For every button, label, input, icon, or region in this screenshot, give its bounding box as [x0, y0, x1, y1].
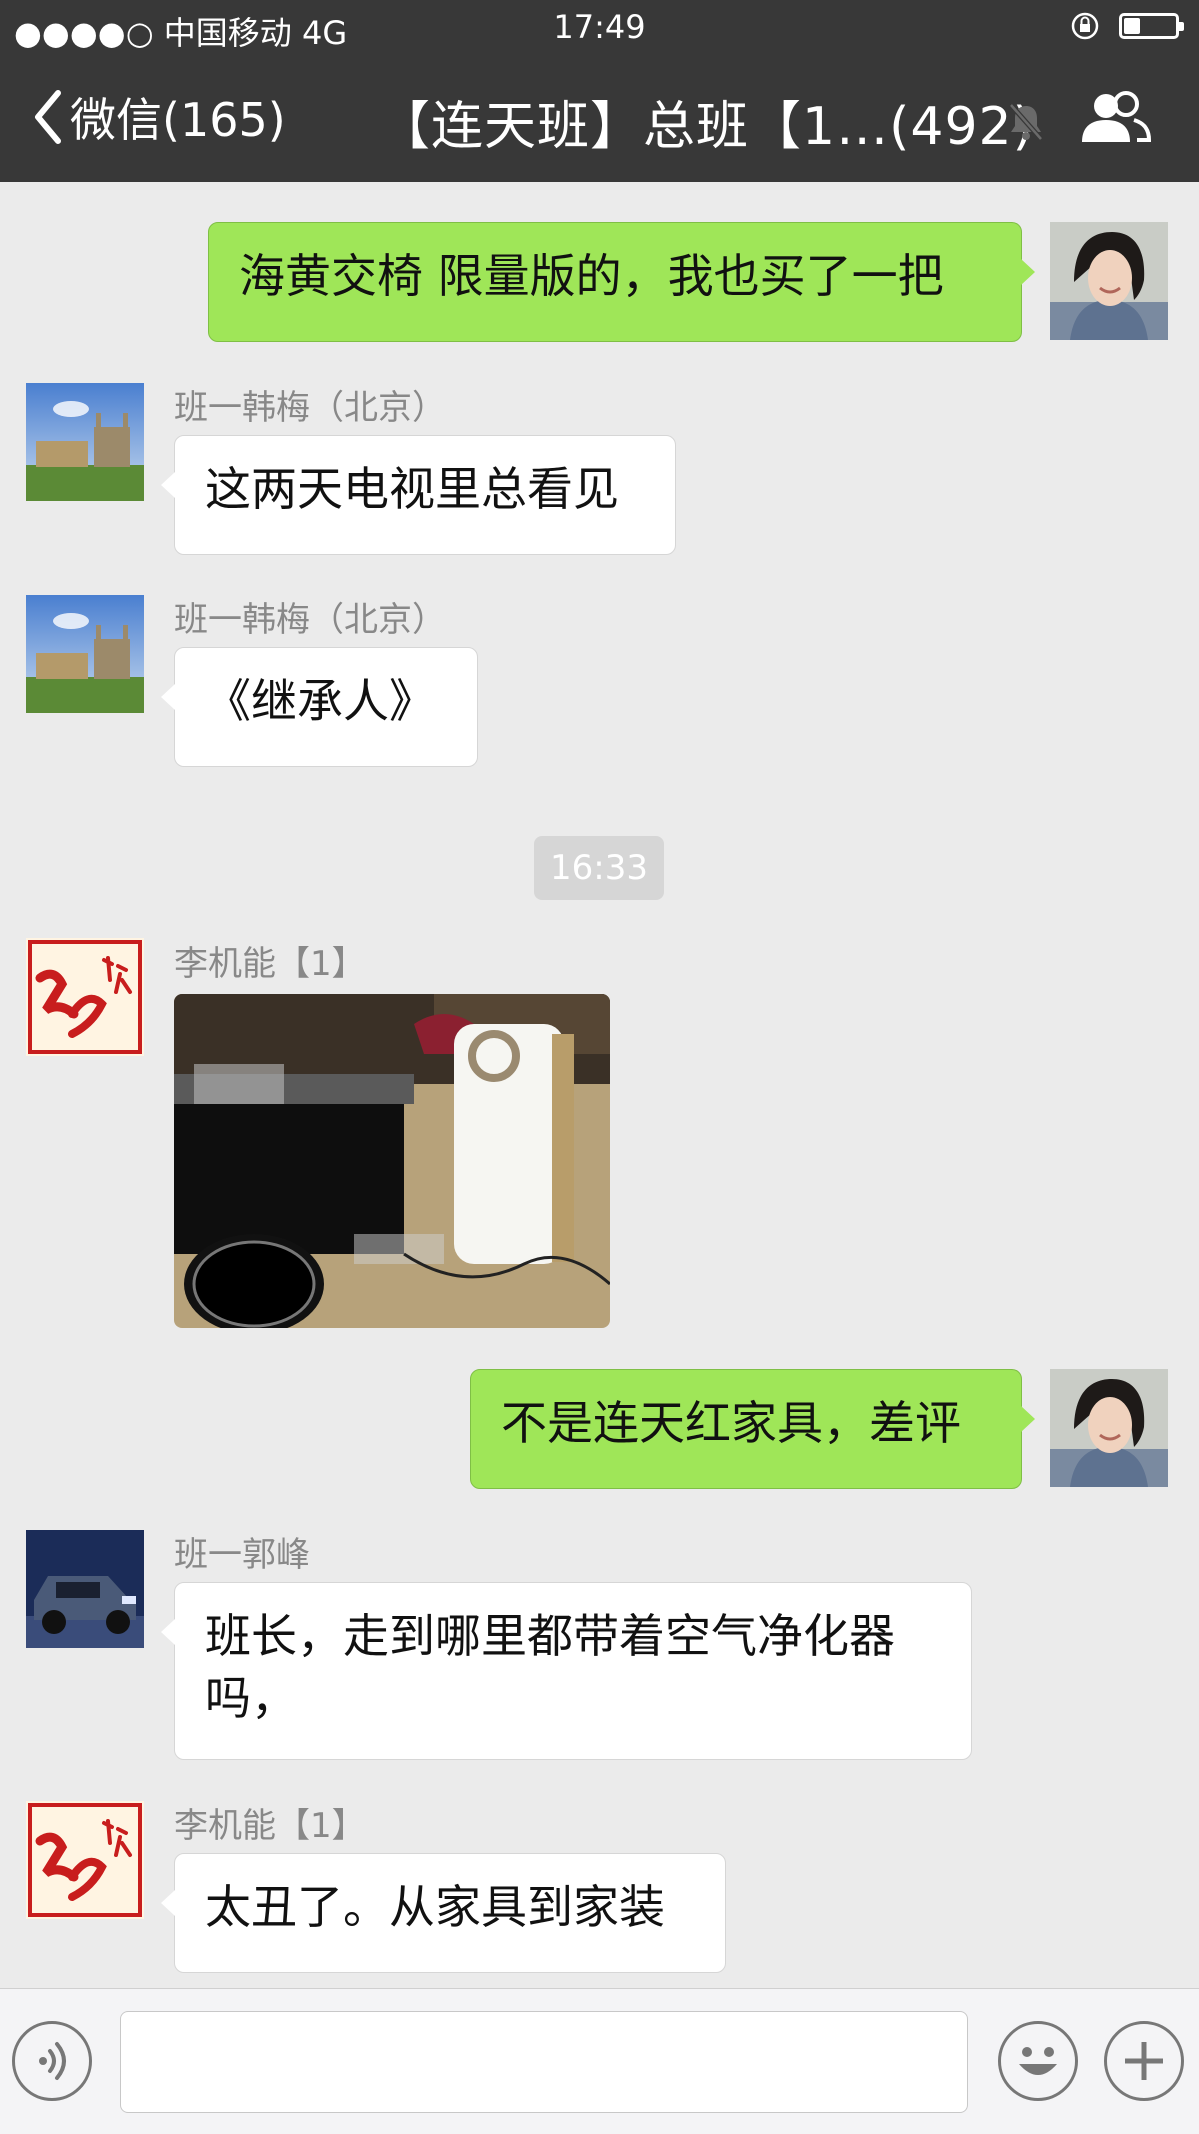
back-label: 微信(165) [70, 93, 286, 147]
top-bar: ●●●●○ 中国移动 4G 17:49 微信(165) 【连天班】总班【1…(4… [0, 0, 1199, 182]
sender-name: 班一韩梅（北京） [174, 600, 446, 640]
input-bar [0, 1988, 1199, 2134]
status-right [1069, 10, 1184, 42]
more-button[interactable] [1104, 2021, 1184, 2101]
sender-avatar-guofeng[interactable] [26, 1530, 144, 1648]
sender-avatar-hanmei[interactable] [26, 383, 144, 501]
sender-name: 班一韩梅（北京） [174, 388, 446, 428]
incoming-message[interactable]: 这两天电视里总看见 [161, 435, 676, 555]
nav-bar: 微信(165) 【连天班】总班【1…(492) [0, 54, 1199, 182]
my-avatar[interactable] [1050, 222, 1168, 340]
sender-avatar-lijineng[interactable] [26, 938, 144, 1056]
chat-title: 【连天班】总班【1…(492) [378, 97, 1034, 157]
mute-bell-icon [1009, 103, 1043, 141]
incoming-message[interactable]: 班长，走到哪里都带着空气净化器吗， [161, 1582, 972, 1760]
emoji-icon [1019, 2047, 1057, 2075]
sender-name: 李机能【1】 [174, 1806, 366, 1846]
outgoing-message[interactable]: 不是连天红家具，差评 [470, 1369, 1035, 1489]
my-avatar[interactable] [1050, 1369, 1168, 1487]
back-chevron-icon [35, 90, 61, 144]
sender-avatar-lijineng[interactable] [26, 1801, 144, 1919]
incoming-message[interactable]: 太丑了。从家具到家装 [161, 1853, 726, 1973]
timestamp: 16:33 [534, 836, 664, 900]
screen-lock-icon [1071, 12, 1099, 40]
voice-button[interactable] [12, 2021, 92, 2101]
status-bar: ●●●●○ 中国移动 4G 17:49 [0, 0, 1199, 54]
emoji-button[interactable] [998, 2021, 1078, 2101]
plus-icon [1125, 2042, 1163, 2080]
photo-message[interactable] [174, 994, 610, 1328]
sender-name: 班一郭峰 [174, 1535, 310, 1575]
back-button[interactable]: 微信(165) [30, 84, 286, 150]
message-input[interactable] [120, 2011, 968, 2113]
group-members-icon[interactable] [1078, 90, 1152, 144]
voice-icon [39, 2042, 66, 2080]
battery-icon [1119, 13, 1184, 39]
outgoing-message[interactable]: 海黄交椅 限量版的，我也买了一把 [208, 222, 1035, 342]
incoming-message[interactable]: 《继承人》 [161, 647, 478, 767]
clock: 17:49 [553, 8, 646, 46]
sender-name: 李机能【1】 [174, 944, 366, 984]
sender-avatar-hanmei[interactable] [26, 595, 144, 713]
